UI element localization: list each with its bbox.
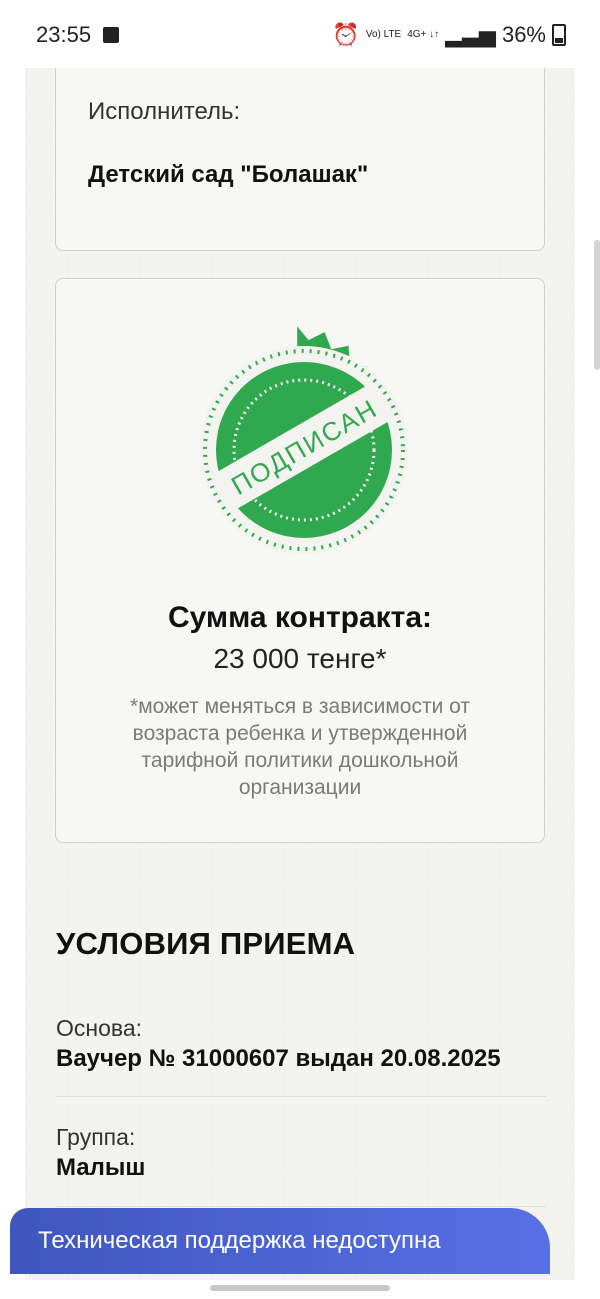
contract-amount-value: 23 000 тенге* — [213, 643, 387, 674]
status-time: 23:55 — [36, 22, 92, 47]
contract-amount-title: Сумма контракта: — [167, 601, 433, 634]
group-divider — [56, 1206, 546, 1207]
executor-name: Детский сад "Болашак" — [88, 161, 369, 188]
support-banner[interactable]: Техническая поддержка недоступна — [10, 1208, 550, 1274]
volte-label: Vo) LTE — [365, 29, 402, 40]
support-banner-text: Техническая поддержка недоступна — [38, 1227, 441, 1254]
signed-stamp: ПОДПИСАН — [200, 326, 408, 554]
alarm-icon: ⏰ — [332, 22, 360, 47]
admission-conditions-title: УСЛОВИЯ ПРИЕМА — [56, 926, 356, 961]
status-icons: ⏰ Vo) LTE 4G+ ↓↑ ▂▃▅ 36% — [332, 22, 566, 48]
signal-icon: ▂▃▅ — [445, 22, 496, 47]
status-bar: 23:55 ⏰ Vo) LTE 4G+ ↓↑ ▂▃▅ 36% — [0, 0, 600, 68]
contract-paper: Исполнитель: Детский сад "Болашак" ПОДПИ… — [25, 45, 575, 1280]
executor-card — [55, 45, 545, 251]
basis-divider — [56, 1096, 546, 1097]
group-label: Группа: — [56, 1124, 136, 1150]
executor-label: Исполнитель: — [88, 98, 241, 125]
battery-icon — [552, 24, 566, 46]
contract-amount-note: *может меняться в зависимости от возраст… — [130, 695, 470, 799]
page-scrollbar[interactable] — [594, 240, 600, 370]
gallery-icon — [103, 27, 119, 43]
basis-label: Основа: — [56, 1015, 143, 1041]
basis-value: Ваучер № 31000607 выдан 20.08.2025 — [56, 1045, 501, 1072]
battery-percent: 36% — [501, 22, 546, 47]
group-value: Малыш — [56, 1154, 146, 1181]
network-type-label: 4G+ ↓↑ — [407, 29, 440, 40]
home-indicator — [210, 1285, 390, 1291]
